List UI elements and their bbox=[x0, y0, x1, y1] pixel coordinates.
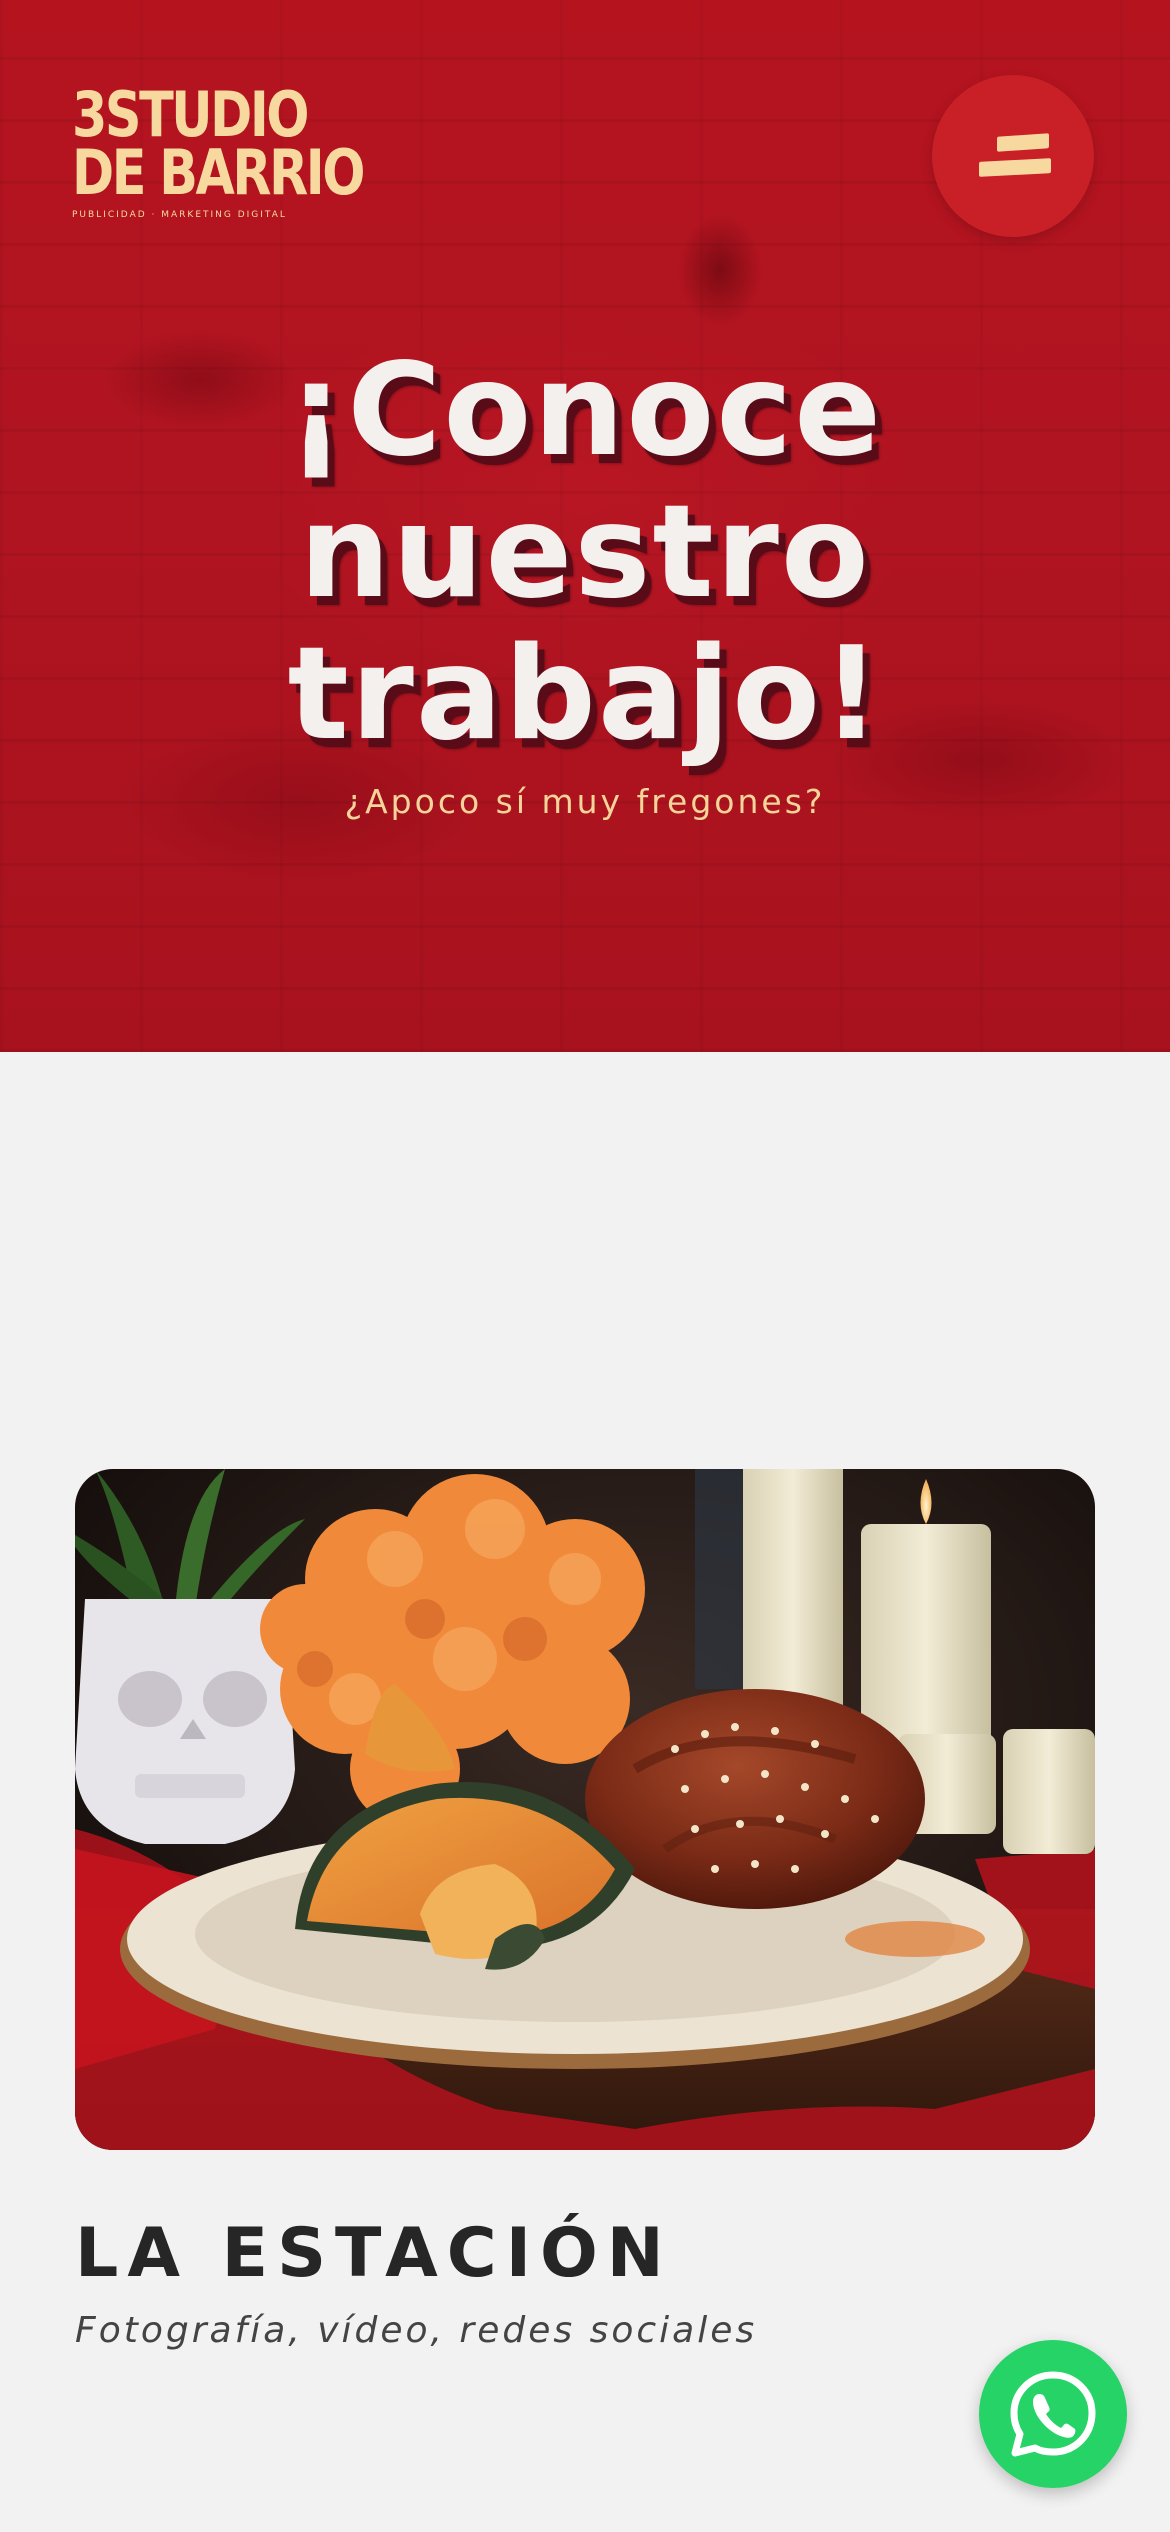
project-title[interactable]: LA ESTACIÓN bbox=[75, 2214, 673, 2293]
hero-section: 3STUDIO DE BARRIO PUBLICIDAD · MARKETING… bbox=[0, 0, 1170, 1052]
project-photo bbox=[75, 1469, 1095, 2150]
hero-title-line-2: nuestro bbox=[299, 478, 871, 627]
menu-button[interactable] bbox=[932, 75, 1094, 237]
project-image-card[interactable] bbox=[75, 1469, 1095, 2150]
hero-title: ¡Conoce nuestro trabajo! bbox=[0, 340, 1170, 766]
hero-title-line-3: trabajo! bbox=[287, 620, 883, 769]
brand-logo[interactable]: 3STUDIO DE BARRIO PUBLICIDAD · MARKETING… bbox=[72, 84, 365, 234]
hero-subtitle: ¿Apoco sí muy fregones? bbox=[344, 782, 826, 821]
hamburger-menu-icon bbox=[979, 127, 1051, 185]
logo-tagline: PUBLICIDAD · MARKETING DIGITAL bbox=[72, 210, 287, 220]
menu-bar-bottom bbox=[979, 158, 1051, 177]
hero-title-line-1: ¡Conoce bbox=[287, 336, 883, 485]
logo-line-2: DE BARRIO bbox=[72, 136, 365, 209]
whatsapp-icon bbox=[1010, 2371, 1096, 2457]
menu-bar-top bbox=[997, 133, 1049, 152]
whatsapp-button[interactable] bbox=[979, 2340, 1127, 2488]
project-subtitle: Fotografía, vídeo, redes sociales bbox=[75, 2310, 758, 2351]
